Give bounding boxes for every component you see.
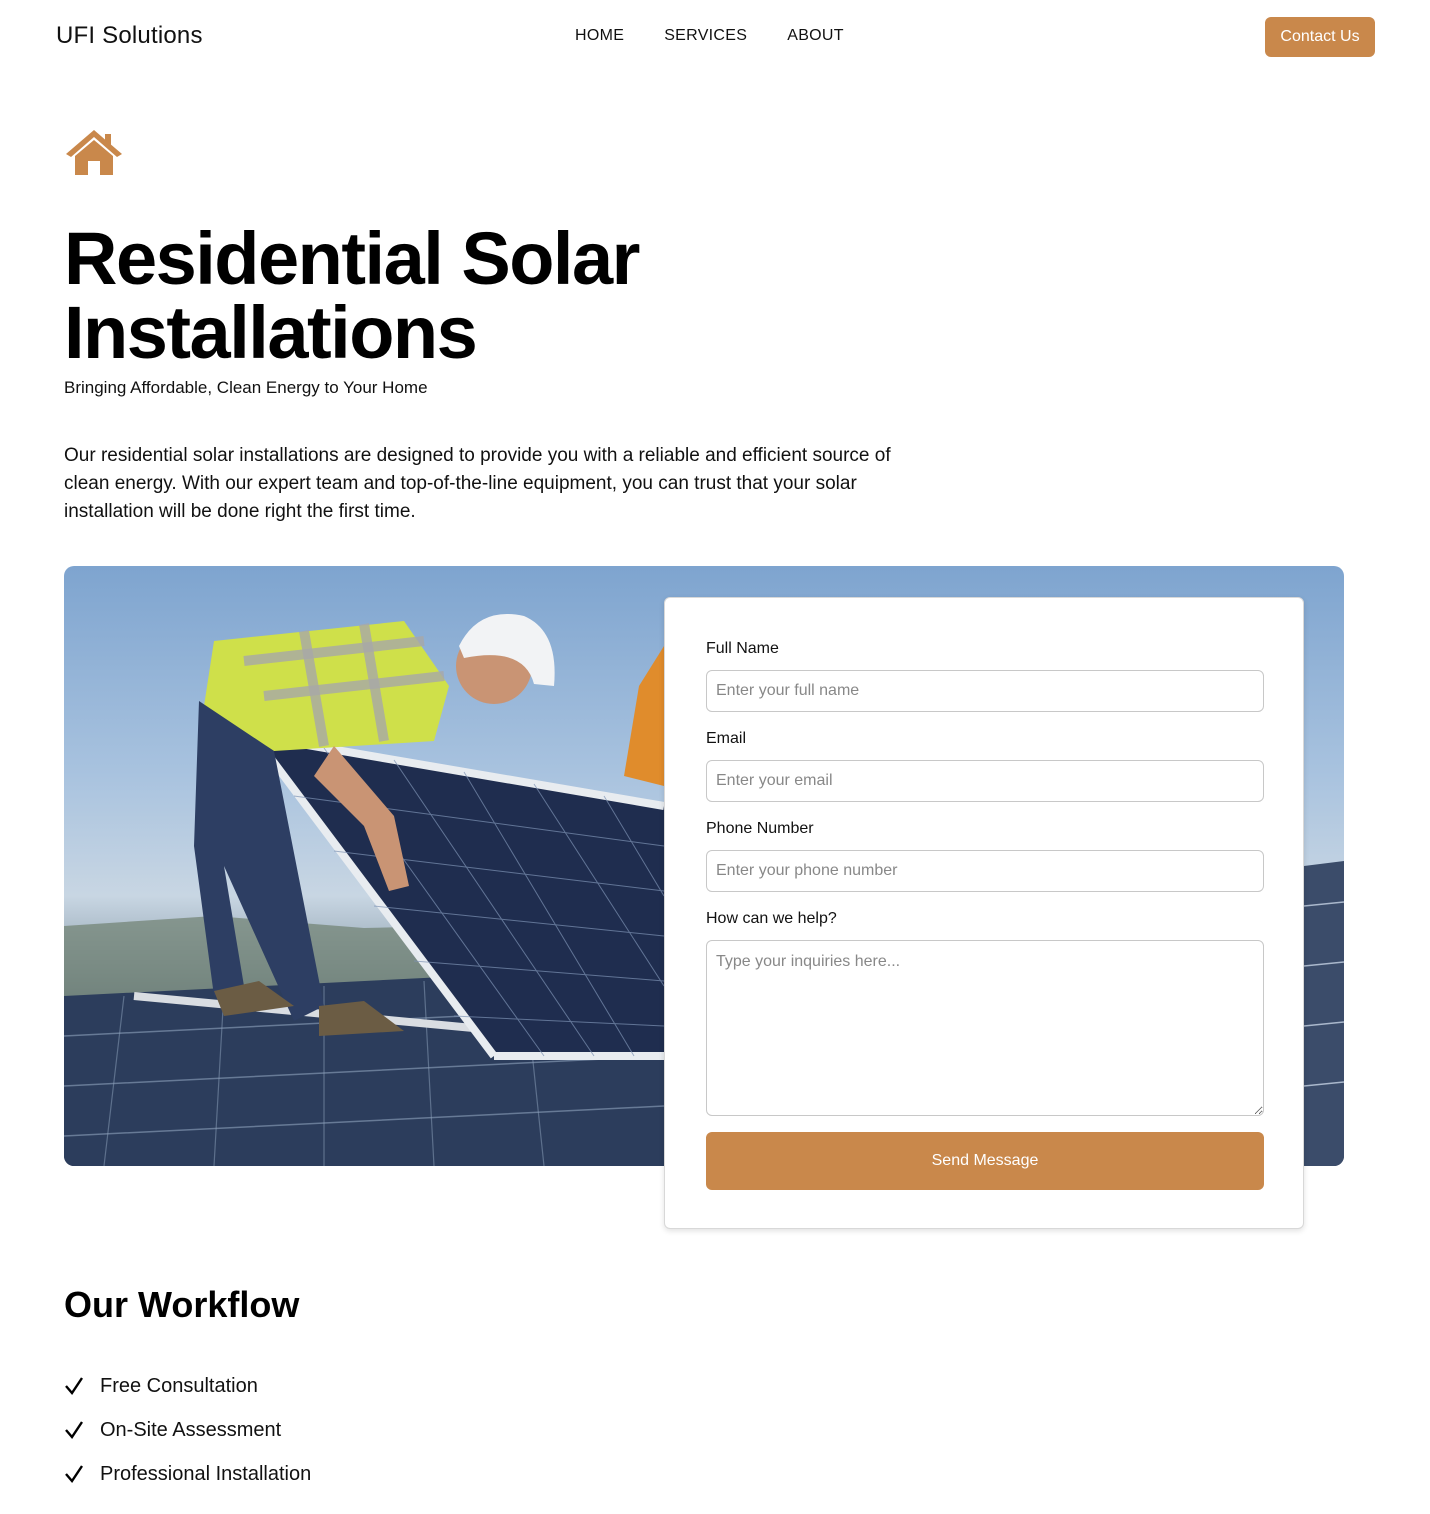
help-label: How can we help? [706,910,837,927]
site-header: UFI Solutions HOME SERVICES ABOUT Contac… [0,0,1430,75]
contact-us-button[interactable]: Contact Us [1265,17,1375,57]
send-message-button[interactable]: Send Message [706,1132,1264,1190]
home-icon [66,130,122,175]
workflow-item: Professional Installation [64,1452,311,1496]
full-name-input[interactable] [706,670,1264,712]
email-label: Email [706,730,747,747]
workflow-item: Free Consultation [64,1364,311,1408]
nav-services-link[interactable]: SERVICES [664,27,747,45]
workflow-item-label: On-Site Assessment [100,1418,282,1441]
site-logo[interactable]: UFI Solutions [56,22,203,50]
page-description: Our residential solar installations are … [64,445,891,522]
check-icon [65,1465,83,1483]
workflow-list: Free Consultation On-Site Assessment Pro… [64,1364,311,1496]
workflow-item: On-Site Assessment [64,1408,311,1452]
workflow-item-label: Free Consultation [100,1374,258,1397]
nav-about-link[interactable]: ABOUT [787,27,844,45]
page-subtitle: Bringing Affordable, Clean Energy to You… [64,378,428,397]
main-nav: HOME SERVICES ABOUT [575,27,844,45]
full-name-label: Full Name [706,640,779,657]
page-title: Residential Solar Installations [64,217,640,374]
contact-form: Full Name Email Phone Number How can we … [664,597,1304,1229]
check-icon [65,1377,83,1395]
check-icon [65,1421,83,1439]
email-input[interactable] [706,760,1264,802]
phone-label: Phone Number [706,820,814,837]
workflow-item-label: Professional Installation [100,1462,312,1485]
workflow-title: Our Workflow [64,1284,300,1325]
nav-home-link[interactable]: HOME [575,27,624,45]
phone-input[interactable] [706,850,1264,892]
inquiry-textarea[interactable] [706,940,1264,1116]
